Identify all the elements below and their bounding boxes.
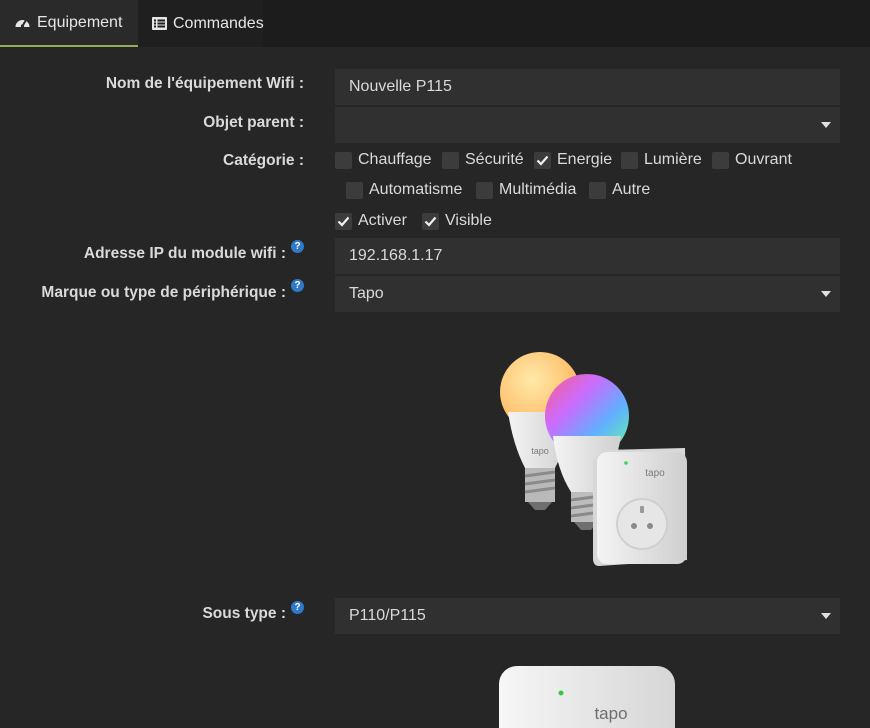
help-icon[interactable]: ? <box>291 279 304 292</box>
tab-bar: Equipement Commandes <box>0 0 870 47</box>
ip-input[interactable] <box>335 238 840 274</box>
checkbox[interactable] <box>422 212 439 230</box>
checkbox[interactable] <box>476 181 493 199</box>
checkbox[interactable] <box>712 151 729 169</box>
checkbox[interactable] <box>335 151 352 169</box>
checkbox[interactable] <box>589 181 606 199</box>
caret-down-icon <box>821 613 831 619</box>
category-automatisme-label: Automatisme <box>369 181 463 198</box>
subtype-select[interactable]: P110/P115 <box>335 598 840 634</box>
tab-commandes-label: Commandes <box>173 14 264 32</box>
category-automatisme[interactable]: Automatisme <box>346 181 462 199</box>
category-ouvrant[interactable]: Ouvrant <box>712 151 792 169</box>
parent-select[interactable] <box>335 107 840 143</box>
name-input[interactable] <box>335 69 840 105</box>
category-chauffage-label: Chauffage <box>358 151 432 168</box>
category-autre-label: Autre <box>612 181 651 198</box>
category-chauffage[interactable]: Chauffage <box>335 151 432 169</box>
bulb-brand-text: tapo <box>531 446 549 456</box>
category-autre[interactable]: Autre <box>589 181 650 199</box>
category-energie-label: Energie <box>557 151 613 168</box>
brand-label: Marque ou type de périphérique : <box>41 284 286 301</box>
ip-label: Adresse IP du module wifi : <box>83 245 286 262</box>
help-icon[interactable]: ? <box>291 601 304 614</box>
tab-equipement-label: Equipement <box>37 13 123 31</box>
category-multimedia[interactable]: Multimédia <box>476 181 576 199</box>
tab-equipement[interactable]: Equipement <box>0 0 138 47</box>
checkbox[interactable] <box>621 151 638 169</box>
caret-down-icon <box>821 122 831 128</box>
category-securite[interactable]: Sécurité <box>442 151 524 169</box>
tapo-devices-image: tapo tapo <box>500 352 687 566</box>
subtype-select-value: P110/P115 <box>349 607 426 624</box>
parent-label: Objet parent : <box>203 114 304 131</box>
visible-label: Visible <box>445 212 492 229</box>
category-label: Catégorie : <box>223 152 304 169</box>
category-lumiere-label: Lumière <box>644 151 702 168</box>
category-securite-label: Sécurité <box>465 151 524 168</box>
checkbox[interactable] <box>442 151 459 169</box>
category-lumiere[interactable]: Lumière <box>621 151 702 169</box>
visible-checkbox[interactable]: Visible <box>422 212 492 230</box>
brand-select-value: Tapo <box>349 285 384 302</box>
category-multimedia-label: Multimédia <box>499 181 577 198</box>
plug-brand-text: tapo <box>645 468 665 479</box>
checkbox[interactable] <box>335 212 352 230</box>
subtype-label: Sous type : <box>202 605 286 622</box>
activate-label: Activer <box>358 212 407 229</box>
category-energie[interactable]: Energie <box>534 151 612 169</box>
product-brand-text: tapo <box>594 704 627 723</box>
category-ouvrant-label: Ouvrant <box>735 151 792 168</box>
activate-checkbox[interactable]: Activer <box>335 212 407 230</box>
tab-commandes[interactable]: Commandes <box>138 0 264 47</box>
tachometer-icon <box>14 15 31 30</box>
name-label: Nom de l'équipement Wifi : <box>105 75 304 92</box>
checkbox[interactable] <box>346 181 363 199</box>
checkbox[interactable] <box>534 151 551 169</box>
list-icon <box>152 17 167 30</box>
caret-down-icon <box>821 291 831 297</box>
p115-plug-image: tapo <box>499 666 675 728</box>
brand-select[interactable]: Tapo <box>335 276 840 312</box>
help-icon[interactable]: ? <box>291 240 304 253</box>
